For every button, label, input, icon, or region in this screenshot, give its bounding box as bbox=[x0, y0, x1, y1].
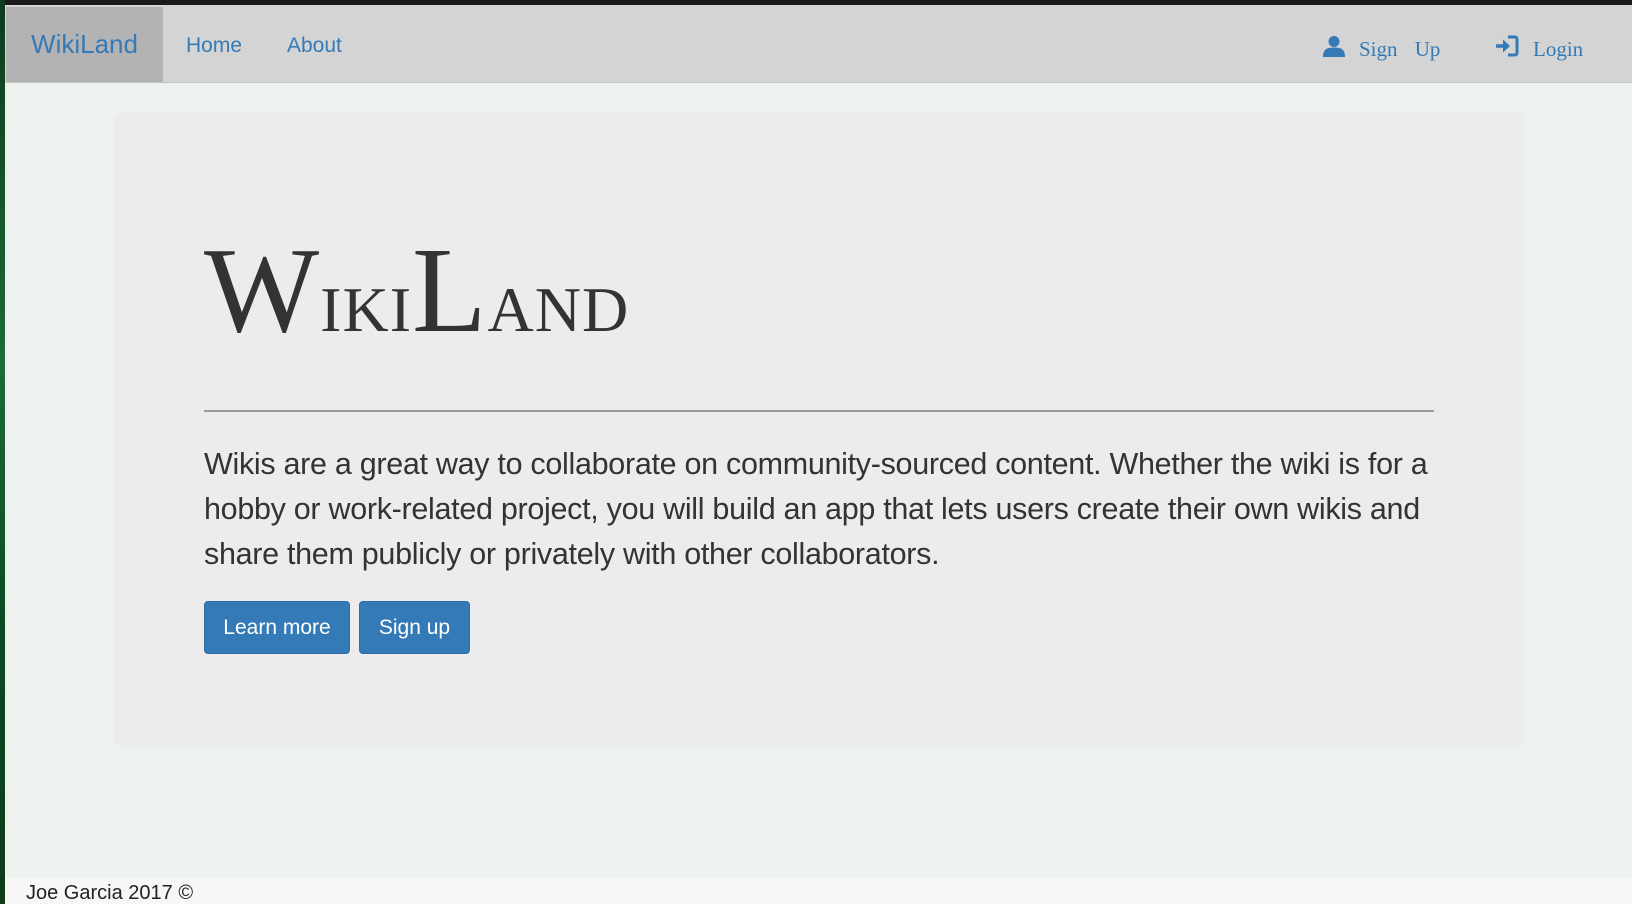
hero-title-part2: and bbox=[487, 249, 630, 351]
hero-description: Wikis are a great way to collaborate on … bbox=[204, 447, 1428, 571]
login-label: Login bbox=[1533, 37, 1584, 61]
footer: Joe Garcia 2017 © bbox=[5, 878, 1632, 904]
hero-divider bbox=[204, 410, 1434, 412]
login-link[interactable]: Login bbox=[1495, 5, 1583, 87]
user-icon bbox=[1323, 36, 1345, 57]
brand-link[interactable]: WikiLand bbox=[6, 7, 163, 82]
navbar: WikiLand Home About Sign Up Login bbox=[5, 5, 1632, 83]
footer-copyright: Joe Garcia 2017 © bbox=[26, 882, 194, 904]
nav-home-link[interactable]: Home bbox=[186, 5, 242, 87]
hero-title-cap-w: W bbox=[204, 223, 321, 358]
login-icon bbox=[1496, 35, 1519, 57]
hero-title-cap-l: L bbox=[412, 223, 488, 358]
learn-more-button[interactable]: Learn more bbox=[204, 601, 350, 654]
page: WikiLand Home About Sign Up Login WikiLa… bbox=[0, 0, 1632, 904]
nav-about-link[interactable]: About bbox=[287, 5, 342, 87]
signup-link[interactable]: Sign Up bbox=[1323, 5, 1440, 87]
hero-jumbotron: WikiLand Wikis are a great way to collab… bbox=[114, 112, 1524, 746]
desktop-edge bbox=[0, 0, 5, 904]
hero-title: WikiLand bbox=[204, 230, 629, 352]
signup-label: Sign Up bbox=[1359, 37, 1441, 61]
hero-title-part1: iki bbox=[320, 249, 412, 351]
sign-up-button[interactable]: Sign up bbox=[359, 601, 470, 654]
